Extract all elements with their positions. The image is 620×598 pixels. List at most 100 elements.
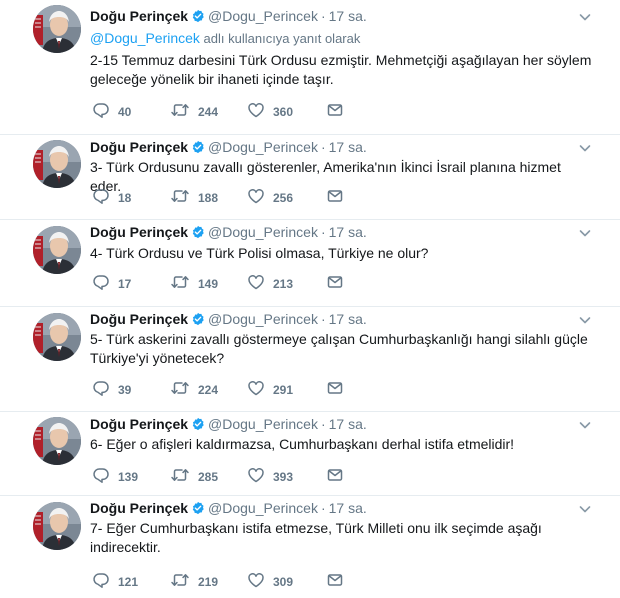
envelope-icon xyxy=(326,101,344,119)
author-handle[interactable]: @Dogu_Perincek xyxy=(208,500,318,516)
author-handle[interactable]: @Dogu_Perincek xyxy=(208,224,318,240)
direct-message-button[interactable] xyxy=(326,379,344,397)
author-name[interactable]: Doğu Perinçek xyxy=(90,224,188,240)
chevron-down-icon[interactable] xyxy=(578,226,592,240)
heart-icon xyxy=(247,571,265,589)
tweet-header: Doğu Perinçek @Dogu_Perincek · 17 sa. xyxy=(90,6,367,26)
separator-dot: · xyxy=(320,224,326,240)
tweet-4[interactable]: Doğu Perinçek @Dogu_Perincek · 17 sa. 5- Tü… xyxy=(0,307,620,412)
like-button[interactable]: 360 xyxy=(247,101,293,119)
retweet-icon xyxy=(170,273,190,291)
envelope-icon xyxy=(326,466,344,484)
direct-message-button[interactable] xyxy=(326,273,344,291)
reply-button[interactable]: 40 xyxy=(92,101,131,119)
tweet-header: Doğu Perinçek @Dogu_Perincek · 17 sa. xyxy=(90,222,367,242)
avatar[interactable] xyxy=(33,502,81,550)
tweet-timestamp[interactable]: 17 sa. xyxy=(329,224,367,240)
avatar[interactable] xyxy=(33,313,81,361)
avatar[interactable] xyxy=(33,5,81,53)
reply-bubble-icon xyxy=(92,187,110,205)
reply-button[interactable]: 39 xyxy=(92,379,131,397)
avatar-image xyxy=(33,313,81,361)
envelope-icon xyxy=(326,187,344,205)
like-count: 309 xyxy=(273,575,294,589)
chevron-down-icon[interactable] xyxy=(578,313,592,327)
retweet-button[interactable]: 188 xyxy=(170,187,218,205)
author-name[interactable]: Doğu Perinçek xyxy=(90,416,188,432)
verified-badge-icon xyxy=(191,417,205,431)
tweet-text: 4- Türk Ordusu ve Türk Polisi olmasa, Tü… xyxy=(90,245,429,261)
reply-button[interactable]: 17 xyxy=(92,273,131,291)
chevron-down-icon[interactable] xyxy=(578,418,592,432)
author-name[interactable]: Doğu Perinçek xyxy=(90,8,188,24)
avatar[interactable] xyxy=(33,140,81,188)
chevron-down-icon[interactable] xyxy=(578,141,592,155)
avatar[interactable] xyxy=(33,417,81,465)
avatar-image xyxy=(33,140,81,188)
like-button[interactable]: 256 xyxy=(247,187,293,205)
tweet-timestamp[interactable]: 17 sa. xyxy=(329,311,367,327)
retweet-count: 149 xyxy=(198,277,219,291)
retweet-button[interactable]: 224 xyxy=(170,379,218,397)
reply-button[interactable]: 121 xyxy=(92,571,138,589)
reply-count: 139 xyxy=(118,470,139,484)
avatar-image xyxy=(33,502,81,550)
author-handle[interactable]: @Dogu_Perincek xyxy=(208,8,318,24)
retweet-button[interactable]: 149 xyxy=(170,273,218,291)
tweet-header: Doğu Perinçek @Dogu_Perincek · 17 sa. xyxy=(90,414,367,434)
reply-count: 40 xyxy=(118,105,132,119)
author-handle[interactable]: @Dogu_Perincek xyxy=(208,139,318,155)
envelope-icon xyxy=(326,571,344,589)
retweet-icon xyxy=(170,379,190,397)
reply-count: 39 xyxy=(118,383,132,397)
direct-message-button[interactable] xyxy=(326,571,344,589)
like-button[interactable]: 291 xyxy=(247,379,293,397)
tweet-header: Doğu Perinçek @Dogu_Perincek · 17 sa. xyxy=(90,137,367,157)
author-name[interactable]: Doğu Perinçek xyxy=(90,311,188,327)
tweet-timestamp[interactable]: 17 sa. xyxy=(329,139,367,155)
tweet-timeline: Doğu Perinçek @Dogu_Perincek · 17 sa. @Dogu… xyxy=(0,0,620,598)
avatar[interactable] xyxy=(33,226,81,274)
chevron-down-icon[interactable] xyxy=(578,10,592,24)
tweet-1[interactable]: Doğu Perinçek @Dogu_Perincek · 17 sa. @Dogu… xyxy=(0,0,620,135)
verified-badge-icon xyxy=(191,9,205,23)
tweet-timestamp[interactable]: 17 sa. xyxy=(329,8,367,24)
tweet-timestamp[interactable]: 17 sa. xyxy=(329,500,367,516)
reply-bubble-icon xyxy=(92,466,110,484)
author-name[interactable]: Doğu Perinçek xyxy=(90,500,188,516)
tweet-2[interactable]: Doğu Perinçek @Dogu_Perincek · 17 sa. 3- Tü… xyxy=(0,135,620,220)
tweet-3[interactable]: Doğu Perinçek @Dogu_Perincek · 17 sa. 4- Tü… xyxy=(0,220,620,307)
retweet-icon xyxy=(170,466,190,484)
retweet-icon xyxy=(170,187,190,205)
separator-dot: · xyxy=(320,416,326,432)
reply-button[interactable]: 18 xyxy=(92,187,131,205)
retweet-button[interactable]: 219 xyxy=(170,571,218,589)
reply-bubble-icon xyxy=(92,571,110,589)
direct-message-button[interactable] xyxy=(326,101,344,119)
like-button[interactable]: 213 xyxy=(247,273,293,291)
retweet-count: 188 xyxy=(198,191,219,205)
author-handle[interactable]: @Dogu_Perincek xyxy=(208,311,318,327)
reply-mention-link[interactable]: @Dogu_Perincek xyxy=(90,30,200,46)
retweet-count: 244 xyxy=(198,105,219,119)
like-button[interactable]: 309 xyxy=(247,571,293,589)
reply-bubble-icon xyxy=(92,379,110,397)
direct-message-button[interactable] xyxy=(326,466,344,484)
separator-dot: · xyxy=(320,311,326,327)
tweet-header: Doğu Perinçek @Dogu_Perincek · 17 sa. xyxy=(90,498,367,518)
tweet-6[interactable]: Doğu Perinçek @Dogu_Perincek · 17 sa. 7- Eğ… xyxy=(0,496,620,598)
tweet-5[interactable]: Doğu Perinçek @Dogu_Perincek · 17 sa. 6- Eğ… xyxy=(0,412,620,496)
like-count: 393 xyxy=(273,470,294,484)
reply-button[interactable]: 139 xyxy=(92,466,138,484)
retweet-count: 285 xyxy=(198,470,219,484)
retweet-button[interactable]: 244 xyxy=(170,101,218,119)
reply-count: 18 xyxy=(118,191,132,205)
chevron-down-icon[interactable] xyxy=(578,502,592,516)
heart-icon xyxy=(247,273,265,291)
author-handle[interactable]: @Dogu_Perincek xyxy=(208,416,318,432)
author-name[interactable]: Doğu Perinçek xyxy=(90,139,188,155)
tweet-timestamp[interactable]: 17 sa. xyxy=(329,416,367,432)
retweet-button[interactable]: 285 xyxy=(170,466,218,484)
direct-message-button[interactable] xyxy=(326,187,344,205)
like-button[interactable]: 393 xyxy=(247,466,293,484)
